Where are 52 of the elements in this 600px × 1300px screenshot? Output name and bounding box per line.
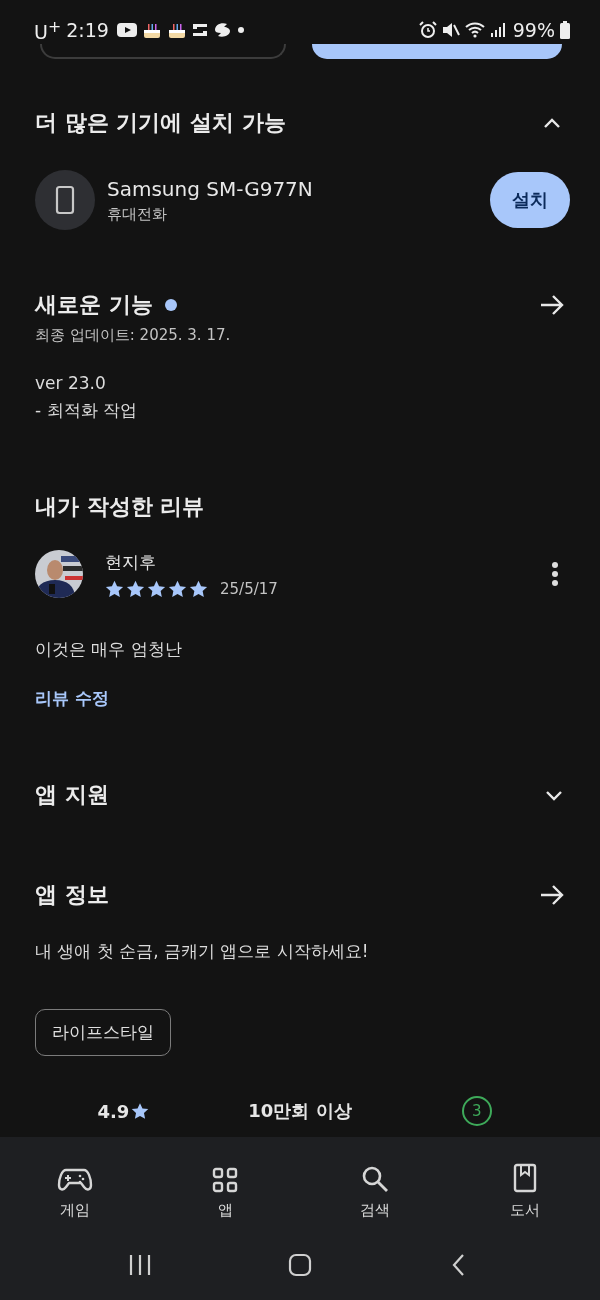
star-icon <box>105 579 124 598</box>
device-name: Samsung SM-G977N <box>107 176 314 201</box>
apps-grid-icon <box>212 1167 238 1193</box>
download-count: 10만회 이상 <box>248 1099 352 1123</box>
battery-icon <box>560 21 570 39</box>
phone-icon <box>35 170 95 230</box>
install-button[interactable]: 설치 <box>490 172 570 228</box>
update-date: 최종 업데이트: 2025. 3. 17. <box>35 326 232 345</box>
release-note: ver 23.0 <box>35 373 107 393</box>
gamepad-icon <box>57 1167 93 1193</box>
star-icon <box>168 579 187 598</box>
star-icon <box>147 579 166 598</box>
carrier-label: U$^{+}$ <box>34 16 62 44</box>
clock: 2:19 <box>66 19 109 41</box>
age-rating-badge: 3 <box>461 1096 492 1126</box>
books-tab[interactable]: 도서 <box>450 1153 600 1221</box>
signal-icon <box>489 22 506 38</box>
home-icon[interactable] <box>288 1253 312 1277</box>
edit-review-link[interactable]: 리뷰 수정 <box>35 687 109 710</box>
rating-value: 4.9 <box>97 1100 130 1122</box>
arrow-right-icon[interactable] <box>539 294 565 316</box>
section-title: 더 많은 기기에 설치 가능 <box>35 109 286 137</box>
alarm-icon <box>418 21 437 39</box>
review-date: 25/5/17 <box>220 579 278 598</box>
release-note: - 최적화 작업 <box>35 399 138 422</box>
recents-icon[interactable] <box>128 1253 152 1277</box>
book-icon <box>513 1163 537 1193</box>
search-tab[interactable]: 검색 <box>300 1153 450 1221</box>
more-options-icon[interactable] <box>551 561 559 587</box>
star-icon <box>189 579 208 598</box>
apps-tab[interactable]: 앱 <box>150 1153 300 1221</box>
search-icon <box>361 1165 389 1193</box>
device-type: 휴대전화 <box>107 204 168 224</box>
games-tab[interactable]: 게임 <box>0 1153 150 1221</box>
app-description: 내 생애 첫 순금, 금캐기 앱으로 시작하세요! <box>35 940 370 963</box>
wifi-icon <box>464 21 485 39</box>
category-chip[interactable]: 라이프스타일 <box>35 1009 171 1056</box>
section-title: 앱 지원 <box>35 781 109 809</box>
play-icon <box>116 22 137 38</box>
star-icon <box>126 579 145 598</box>
swirl-icon <box>212 21 233 39</box>
section-title: 새로운 기능 <box>35 291 153 319</box>
review-text: 이것은 매우 엄청난 <box>35 638 183 661</box>
section-title: 내가 작성한 리뷰 <box>35 493 205 521</box>
section-title: 앱 정보 <box>35 881 109 909</box>
dot-icon <box>237 27 244 33</box>
bracket-icon <box>191 22 208 38</box>
battery-percent: 99% <box>512 19 555 41</box>
arrow-right-icon[interactable] <box>539 884 565 906</box>
mute-icon <box>441 21 460 39</box>
reviewer-name: 현지후 <box>105 550 157 574</box>
star-icon <box>131 1102 150 1120</box>
